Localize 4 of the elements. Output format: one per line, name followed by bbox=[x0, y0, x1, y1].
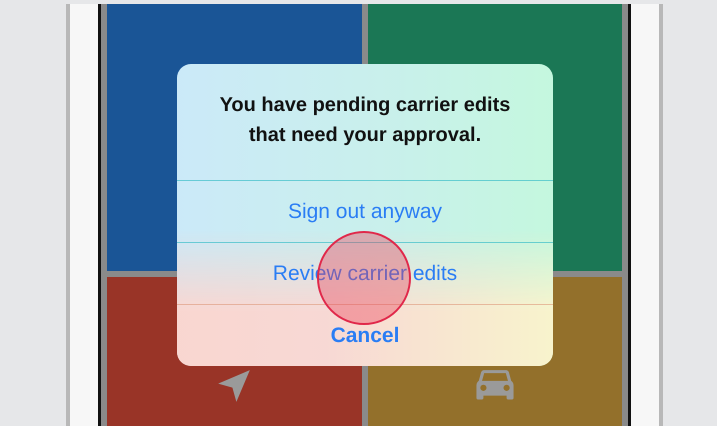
action-button[interactable]: Sign out anyway bbox=[177, 180, 553, 242]
alert-message: You have pending carrier edits that need your approval. bbox=[218, 93, 512, 148]
cancel-button[interactable]: Cancel bbox=[177, 304, 553, 366]
car-icon bbox=[476, 367, 514, 401]
